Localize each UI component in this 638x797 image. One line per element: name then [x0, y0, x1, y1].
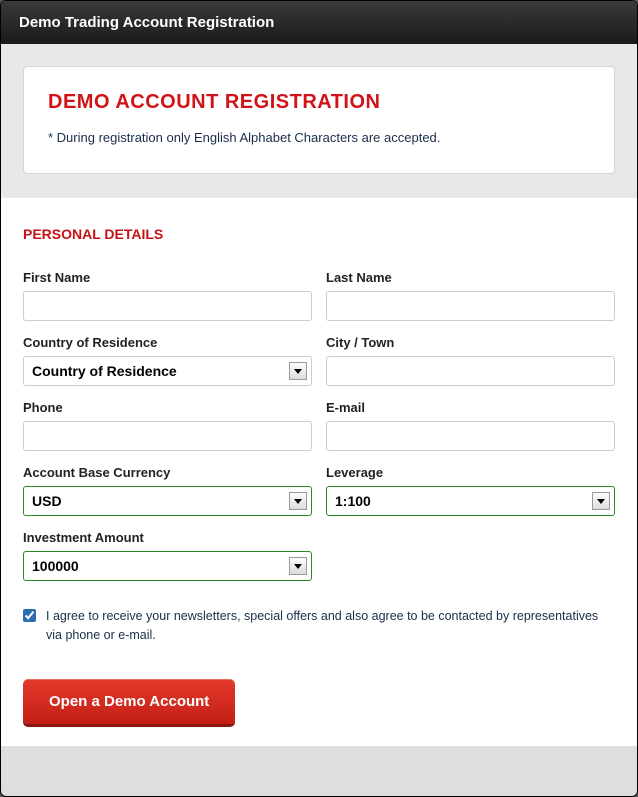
window-titlebar: Demo Trading Account Registration: [1, 1, 637, 44]
form-grid: First Name Last Name Country of Residenc…: [23, 270, 615, 581]
last-name-label: Last Name: [326, 270, 615, 285]
notice-box: DEMO ACCOUNT REGISTRATION * During regis…: [23, 66, 615, 174]
email-label: E-mail: [326, 400, 615, 415]
field-first-name: First Name: [23, 270, 312, 321]
agree-checkbox[interactable]: [23, 608, 36, 623]
last-name-input[interactable]: [326, 291, 615, 321]
amount-label: Investment Amount: [23, 530, 312, 545]
country-value: Country of Residence: [32, 363, 177, 379]
phone-label: Phone: [23, 400, 312, 415]
open-demo-account-button[interactable]: Open a Demo Account: [23, 679, 235, 724]
field-city: City / Town: [326, 335, 615, 386]
field-email: E-mail: [326, 400, 615, 451]
chevron-down-icon: [289, 557, 307, 575]
agree-text: I agree to receive your newsletters, spe…: [46, 607, 615, 645]
phone-input[interactable]: [23, 421, 312, 451]
field-country: Country of Residence Country of Residenc…: [23, 335, 312, 386]
chevron-down-icon: [289, 492, 307, 510]
field-currency: Account Base Currency USD: [23, 465, 312, 516]
leverage-select[interactable]: 1:100: [326, 486, 615, 516]
city-input[interactable]: [326, 356, 615, 386]
agree-row: I agree to receive your newsletters, spe…: [23, 607, 615, 645]
notice-title: DEMO ACCOUNT REGISTRATION: [48, 91, 590, 114]
window-title: Demo Trading Account Registration: [19, 14, 274, 31]
first-name-label: First Name: [23, 270, 312, 285]
amount-value: 100000: [32, 558, 79, 574]
section-title: PERSONAL DETAILS: [23, 226, 615, 242]
chevron-down-icon: [289, 362, 307, 380]
country-label: Country of Residence: [23, 335, 312, 350]
form-content: PERSONAL DETAILS First Name Last Name Co…: [1, 198, 637, 746]
chevron-down-icon: [592, 492, 610, 510]
field-leverage: Leverage 1:100: [326, 465, 615, 516]
registration-window: Demo Trading Account Registration DEMO A…: [0, 0, 638, 797]
first-name-input[interactable]: [23, 291, 312, 321]
notice-text: * During registration only English Alpha…: [48, 130, 590, 145]
submit-row: Open a Demo Account: [23, 679, 615, 724]
field-amount: Investment Amount 100000: [23, 530, 312, 581]
field-last-name: Last Name: [326, 270, 615, 321]
city-label: City / Town: [326, 335, 615, 350]
currency-select[interactable]: USD: [23, 486, 312, 516]
notice-area: DEMO ACCOUNT REGISTRATION * During regis…: [1, 44, 637, 198]
country-select[interactable]: Country of Residence: [23, 356, 312, 386]
leverage-value: 1:100: [335, 493, 371, 509]
field-phone: Phone: [23, 400, 312, 451]
submit-label: Open a Demo Account: [49, 693, 209, 710]
currency-value: USD: [32, 493, 62, 509]
currency-label: Account Base Currency: [23, 465, 312, 480]
amount-select[interactable]: 100000: [23, 551, 312, 581]
email-input[interactable]: [326, 421, 615, 451]
leverage-label: Leverage: [326, 465, 615, 480]
